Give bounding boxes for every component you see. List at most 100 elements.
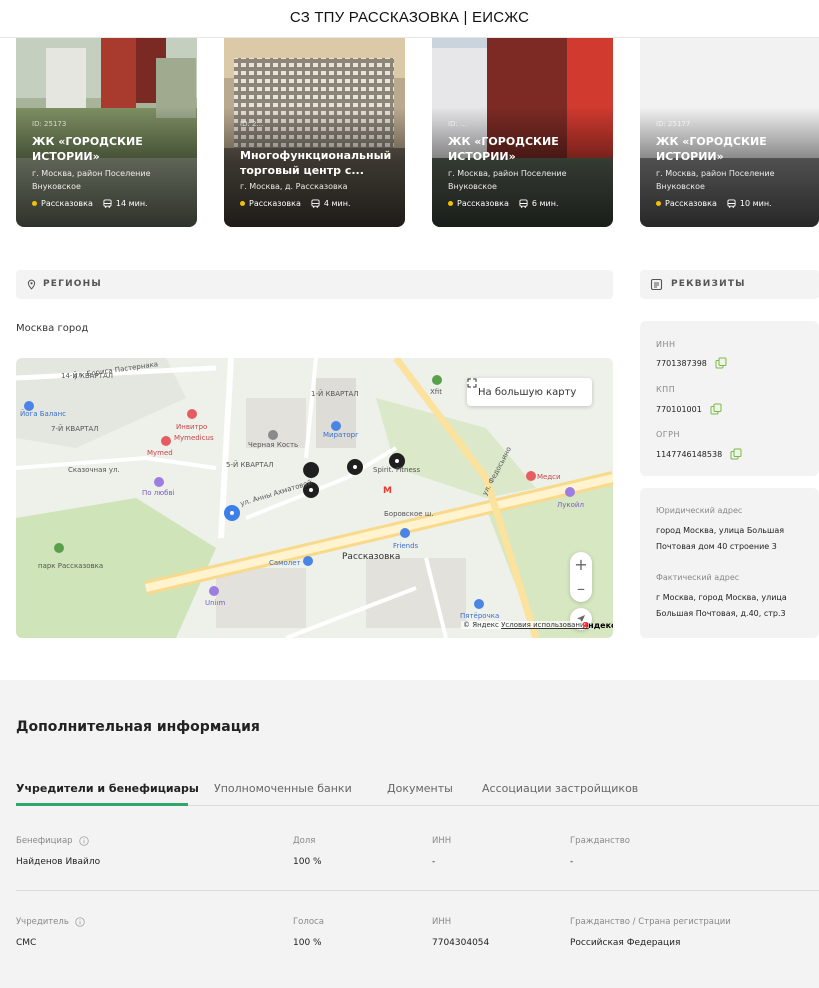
legal-address-label: Юридический адрес [656, 506, 743, 515]
founder-inn-value: 7704304054 [432, 938, 490, 948]
metro-dot-icon [448, 201, 453, 206]
map-label: Черная Кость [248, 441, 298, 449]
bus-icon [727, 199, 736, 208]
citizenship-label: Гражданство [570, 836, 630, 846]
poi-icon[interactable] [54, 543, 64, 553]
poi-icon[interactable] [161, 436, 171, 446]
map-label: По любві [142, 489, 175, 497]
ogrn-value: 1147746148538 [656, 448, 742, 460]
open-big-map-label: На большую карту [478, 386, 577, 398]
map-label: Рассказовка [342, 552, 400, 562]
info-tabs: Учредители и бенефициары Уполномоченные … [16, 779, 819, 806]
citizenship-value: - [570, 857, 574, 867]
bus-icon [103, 199, 112, 208]
project-transport: Рассказовка 6 мин. [448, 199, 559, 208]
map-label: Xfit [430, 388, 442, 396]
project-id: ID: 25173 [32, 120, 67, 128]
map-label: Сказочная ул. [68, 466, 120, 474]
regions-header: Регионы [16, 270, 613, 299]
map-label: Mymedicus [174, 434, 214, 442]
project-card[interactable]: ID: 25173 ЖК «ГОРОДСКИЕ ИСТОРИИ» г. Моск… [16, 38, 197, 227]
ogrn-label: ОГРН [656, 430, 681, 439]
metro-dot-icon [656, 201, 661, 206]
poi-icon[interactable] [268, 430, 278, 440]
copy-icon[interactable] [730, 448, 742, 460]
legal-address-value: город Москва, улица Большая Почтовая дом… [656, 526, 785, 551]
copy-icon[interactable] [715, 357, 727, 369]
info-icon[interactable] [75, 917, 85, 927]
poi-icon[interactable] [474, 599, 484, 609]
map-label: 7-Й КВАРТАЛ [51, 424, 99, 433]
inn-label: ИНН [656, 340, 676, 349]
beneficiary-inn-label: ИНН [432, 836, 452, 846]
share-label: Доля [293, 836, 316, 846]
poi-icon[interactable] [303, 556, 313, 566]
project-address: г. Москва, район Поселение Внуковское [32, 169, 151, 191]
project-transport: Рассказовка 4 мин. [240, 199, 351, 208]
poi-icon[interactable] [432, 375, 442, 385]
founder-label: Учредитель [16, 917, 85, 927]
map-label: парк Рассказовка [38, 562, 103, 570]
project-id: ID: 25177 [656, 120, 691, 128]
travel-time: 6 мин. [531, 199, 559, 208]
map-label: Friends [393, 542, 419, 550]
projects-carousel: ID: 25173 ЖК «ГОРОДСКИЕ ИСТОРИИ» г. Моск… [0, 38, 819, 227]
project-card[interactable]: ID: 25177 ЖК «ГОРОДСКИЕ ИСТОРИИ» г. Моск… [640, 38, 819, 227]
metro-icon: M [383, 486, 392, 496]
poi-icon[interactable] [154, 477, 164, 487]
project-name: ЖК «ГОРОДСКИЕ ИСТОРИИ» [448, 135, 559, 163]
project-address: г. Москва, район Поселение Внуковское [656, 169, 775, 191]
kpp-label: КПП [656, 385, 676, 394]
founder-inn-label: ИНН [432, 917, 452, 927]
beneficiary-label: Бенефициар [16, 836, 89, 846]
yandex-logo[interactable]: Яндекс [582, 621, 613, 630]
project-name: Многофункциональный торговый центр с... [240, 149, 392, 177]
map-pin-icon[interactable] [224, 505, 240, 521]
country-value: Российская Федерация [570, 938, 681, 948]
project-card[interactable]: ID: 2... Многофункциональный торговый це… [224, 38, 405, 227]
poi-icon[interactable] [331, 421, 341, 431]
requisites-title: Реквизиты [671, 279, 746, 289]
map-copyright: © Яндекс Условия использования [461, 621, 591, 629]
poi-icon[interactable] [526, 471, 536, 481]
poi-icon[interactable] [565, 487, 575, 497]
metro-dot-icon [32, 201, 37, 206]
open-big-map-button[interactable]: На большую карту [467, 378, 592, 406]
actual-address-value: г Москва, город Москва, улица Большая По… [656, 593, 787, 618]
poi-icon[interactable] [187, 409, 197, 419]
regions-title: Регионы [43, 279, 102, 289]
additional-info-title: Дополнительная информация [16, 719, 260, 735]
travel-time: 14 мин. [115, 199, 148, 208]
copy-icon[interactable] [710, 403, 722, 415]
poi-icon[interactable] [209, 586, 219, 596]
poi-icon[interactable] [400, 528, 410, 538]
row-divider [16, 890, 819, 891]
header: СЗ ТПУ РАССКАЗОВКА | ЕИСЖС [0, 0, 819, 38]
zoom-in-button[interactable]: + [570, 552, 592, 577]
tab-associations[interactable]: Ассоциации застройщиков [482, 782, 638, 795]
info-icon[interactable] [78, 836, 89, 846]
share-value: 100 % [293, 857, 322, 867]
tab-founders[interactable]: Учредители и бенефициары [16, 782, 199, 795]
metro-station: Рассказовка [249, 199, 301, 208]
tab-documents[interactable]: Документы [387, 782, 453, 795]
map-label: Медси [537, 473, 561, 481]
actual-address-label: Фактический адрес [656, 573, 740, 582]
founder-value: СМС [16, 938, 37, 948]
map-terms-link[interactable]: Условия использования [501, 621, 589, 629]
zoom-out-button[interactable]: – [570, 576, 592, 601]
map-label: 1-Й КВАРТАЛ [311, 389, 359, 398]
bus-icon [519, 199, 528, 208]
map-label: Йога Баланс [20, 409, 66, 418]
project-address: г. Москва, район Поселение Внуковское [448, 169, 567, 191]
map-pin-icon[interactable] [347, 459, 363, 475]
tab-banks[interactable]: Уполномоченные банки [214, 782, 352, 795]
beneficiary-inn-value: - [432, 857, 436, 867]
project-card[interactable]: ID: ... ЖК «ГОРОДСКИЕ ИСТОРИИ» г. Москва… [432, 38, 613, 227]
expand-icon [467, 378, 477, 388]
project-name: ЖК «ГОРОДСКИЕ ИСТОРИИ» [32, 135, 143, 163]
metro-station: Рассказовка [41, 199, 93, 208]
active-tab-indicator [16, 803, 188, 806]
map[interactable]: M 14-Й КВАРТАЛ 7-Й КВАРТАЛ 1-Й КВАРТАЛ 5… [16, 358, 613, 638]
project-transport: Рассказовка 10 мин. [656, 199, 772, 208]
